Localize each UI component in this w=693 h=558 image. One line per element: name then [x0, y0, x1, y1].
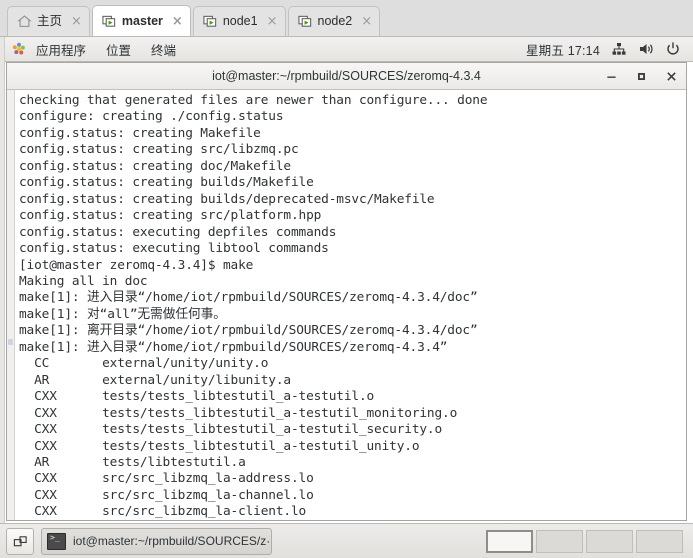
home-icon [17, 14, 32, 29]
desktop-left-edge [0, 37, 5, 523]
tab-node1[interactable]: node1 × [192, 6, 286, 36]
panel-clock[interactable]: 星期五 17:14 [526, 40, 600, 59]
terminal-line: config.status: executing depfiles comman… [19, 224, 337, 240]
panel-menu-group: 应用程序 位置 终端 [0, 40, 186, 59]
tab-master[interactable]: master × [91, 5, 191, 36]
window-buttons [605, 63, 678, 89]
menu-terminal[interactable]: 终端 [141, 40, 186, 59]
volume-icon[interactable] [638, 41, 654, 57]
tab-master-close-icon[interactable]: × [172, 15, 183, 28]
terminal-line: Making all in doc [19, 273, 148, 289]
terminal-line: CXX src/src_libzmq_la-address.lo [19, 471, 314, 487]
taskbar-window-item[interactable]: iot@master:~/rpmbuild/SOURCES/z··· [41, 527, 272, 555]
tab-node1-label: node1 [222, 14, 258, 29]
terminal-line: config.status: executing libtool command… [19, 241, 329, 257]
bottom-taskbar: iot@master:~/rpmbuild/SOURCES/z··· [0, 523, 693, 558]
terminal-line: checking that generated files are newer … [19, 93, 488, 108]
terminal-line: make[1]: 离开目录“/home/iot/rpmbuild/SOURCES… [19, 323, 478, 339]
scrollbar-thumb[interactable] [8, 339, 13, 346]
terminal-line: config.status: creating doc/Makefile [19, 158, 291, 174]
tab-node1-close-icon[interactable]: × [267, 15, 278, 28]
terminal-line: CXX tests/tests_libtestutil_a-testutil_u… [19, 438, 420, 454]
workspace-4[interactable] [636, 529, 683, 553]
tab-node2[interactable]: node2 × [287, 6, 381, 36]
tab-node2-close-icon[interactable]: × [361, 15, 372, 28]
menu-places[interactable]: 位置 [96, 40, 141, 59]
terminal-line: make[1]: 进入目录“/home/iot/rpmbuild/SOURCES… [19, 290, 478, 306]
terminal-area[interactable]: checking that generated files are newer … [7, 90, 686, 520]
terminal-window: iot@master:~/rpmbuild/SOURCES/zeromq-4.3… [6, 62, 687, 521]
terminal-prompt-line: [iot@master zeromq-4.3.4]$ make [19, 257, 254, 273]
network-icon[interactable] [611, 41, 627, 57]
workspace-1[interactable] [486, 529, 533, 553]
taskbar-window-label: iot@master:~/rpmbuild/SOURCES/z··· [73, 534, 272, 548]
window-title: iot@master:~/rpmbuild/SOURCES/zeromq-4.3… [212, 69, 481, 83]
desktop-screen: 主页 × master × node1 × node2 × 应用程序 位置 终端… [0, 0, 693, 558]
window-titlebar[interactable]: iot@master:~/rpmbuild/SOURCES/zeromq-4.3… [7, 63, 686, 90]
terminal-scrollbar[interactable] [7, 90, 15, 520]
close-button[interactable] [665, 70, 678, 83]
tab-home-label: 主页 [37, 14, 63, 29]
terminal-line: configure: creating ./config.status [19, 109, 284, 125]
terminal-line: AR tests/libtestutil.a [19, 454, 246, 470]
terminal-line: CXX src/src_libzmq_la-channel.lo [19, 487, 314, 503]
minimize-button[interactable] [605, 70, 618, 83]
workspace-2[interactable] [536, 529, 583, 553]
terminal-line: CXX tests/tests_libtestutil_a-testutil.o [19, 389, 375, 405]
power-icon[interactable] [665, 41, 681, 57]
workspace-switcher [486, 529, 687, 553]
terminal-line: config.status: creating src/libzmq.pc [19, 142, 299, 158]
remote-desktop-icon [297, 14, 313, 29]
tab-home-close-icon[interactable]: × [71, 15, 82, 28]
terminal-line: config.status: creating Makefile [19, 125, 261, 141]
terminal-line: CXX tests/tests_libtestutil_a-testutil_s… [19, 422, 443, 438]
remote-desktop-icon [203, 14, 218, 29]
menu-applications[interactable]: 应用程序 [26, 40, 96, 59]
terminal-line: CC external/unity/unity.o [19, 356, 269, 372]
terminal-line: make[1]: 进入目录“/home/iot/rpmbuild/SOURCES… [19, 339, 448, 355]
terminal-line: config.status: creating src/platform.hpp [19, 208, 322, 224]
tab-strip: 主页 × master × node1 × node2 × [0, 0, 693, 37]
panel-status-group: 星期五 17:14 [526, 40, 693, 59]
tab-master-label: master [121, 13, 163, 28]
gnome-foot-icon [12, 42, 26, 56]
terminal-output[interactable]: checking that generated files are newer … [15, 90, 686, 520]
remote-desktop-icon [102, 14, 117, 29]
show-desktop-icon[interactable] [6, 527, 34, 555]
tab-node2-label: node2 [317, 14, 353, 29]
gnome-top-panel: 应用程序 位置 终端 星期五 17:14 [0, 37, 693, 62]
terminal-line: config.status: creating builds/deprecate… [19, 191, 435, 207]
terminal-line: CXX src/src_libzmq_la-client.lo [19, 504, 307, 520]
terminal-line: config.status: creating builds/Makefile [19, 175, 314, 191]
terminal-line: make[1]: 对“all”无需做任何事。 [19, 306, 226, 322]
terminal-line: CXX tests/tests_libtestutil_a-testutil_m… [19, 405, 458, 421]
terminal-line: AR external/unity/libunity.a [19, 372, 291, 388]
workspace-3[interactable] [586, 529, 633, 553]
maximize-button[interactable] [635, 70, 648, 83]
tab-home[interactable]: 主页 × [7, 6, 90, 36]
terminal-icon [47, 532, 66, 550]
